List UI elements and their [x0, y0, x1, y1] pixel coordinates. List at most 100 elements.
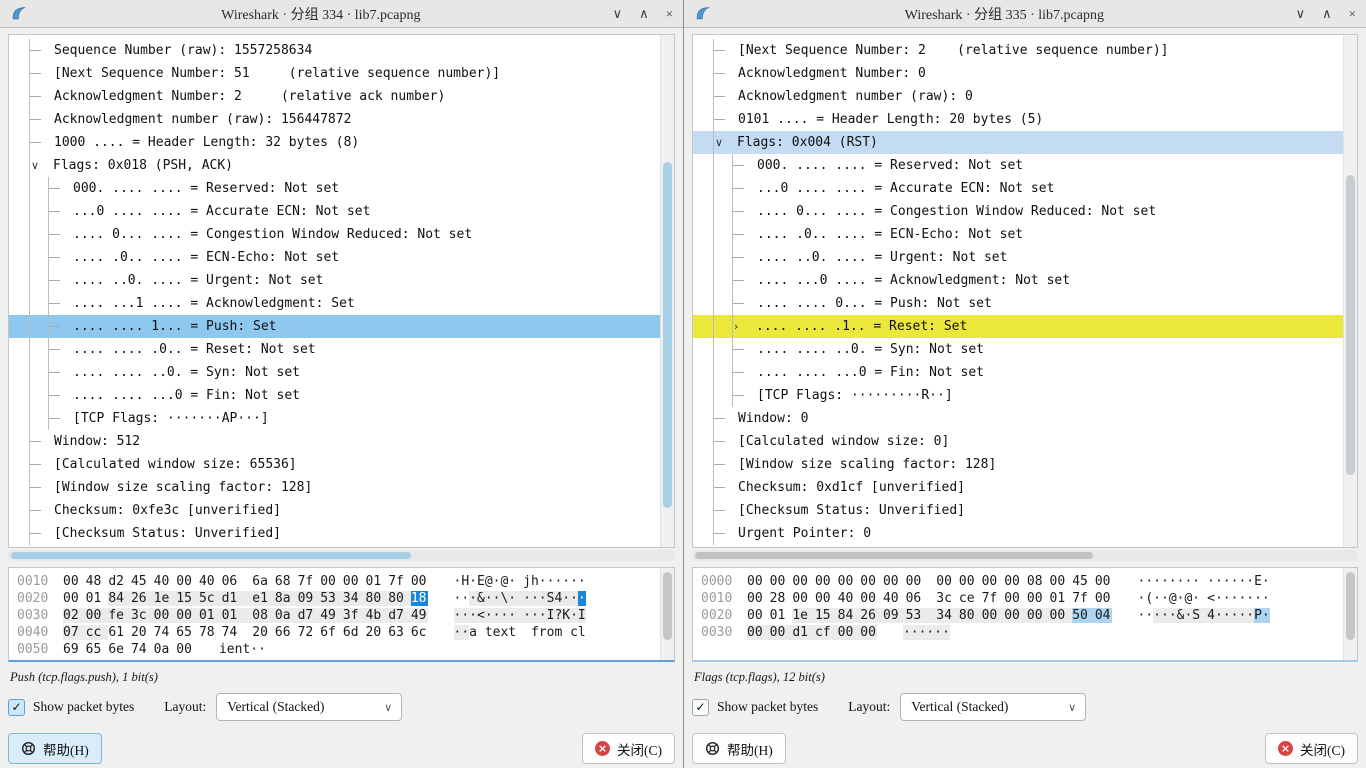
hex-ascii: ient··	[219, 642, 266, 657]
hex-vertical-scrollbar[interactable]	[1343, 568, 1357, 660]
tree-row-label: 0101 .... = Header Length: 20 bytes (5)	[738, 112, 1043, 127]
scrollbar-thumb[interactable]	[1346, 572, 1355, 640]
tree-tick	[29, 499, 48, 522]
tree-row[interactable]: .... .... ..0. = Syn: Not set	[693, 338, 1343, 361]
tree-tick	[29, 430, 48, 453]
maximize-icon[interactable]: ∧	[1322, 7, 1332, 20]
tree-horizontal-scrollbar[interactable]	[692, 550, 1358, 561]
controls-row: ✓ Show packet bytes Layout: Vertical (St…	[692, 693, 1358, 721]
tree-row-label: .... .... .0.. = Reset: Not set	[73, 342, 316, 357]
layout-dropdown[interactable]: Vertical (Stacked) ∨	[216, 693, 402, 721]
tree-row[interactable]: .... .... 0... = Push: Not set	[693, 292, 1343, 315]
tree-guide	[713, 338, 732, 361]
tree-tick	[713, 39, 732, 62]
tree-vertical-scrollbar[interactable]	[1343, 35, 1357, 547]
hex-row[interactable]: 00100048d245400040066a687f0000017f00·H·E…	[17, 573, 660, 590]
close-button[interactable]: × 关闭(C)	[582, 733, 675, 764]
show-packet-bytes-label: Show packet bytes	[717, 699, 818, 715]
tree-row[interactable]: [Checksum Status: Unverified]	[9, 522, 660, 545]
tree-row[interactable]: [Next Sequence Number: 51 (relative sequ…	[9, 62, 660, 85]
tree-row[interactable]: Urgent Pointer: 0	[693, 522, 1343, 545]
tree-row[interactable]: Acknowledgment Number: 0	[693, 62, 1343, 85]
hex-row[interactable]: 0020000184261e155cd1e18a095334808018···&…	[17, 590, 660, 607]
close-window-icon[interactable]: ×	[1349, 7, 1356, 20]
tree-row[interactable]: Sequence Number (raw): 1557258634	[9, 39, 660, 62]
minimize-icon[interactable]: ∨	[1296, 7, 1306, 20]
show-packet-bytes-checkbox[interactable]: ✓	[692, 699, 709, 716]
tree-tick	[713, 476, 732, 499]
hex-row[interactable]: 002000011e15842609533480000000005004····…	[701, 607, 1343, 624]
tree-row[interactable]: .... .0.. .... = ECN-Echo: Not set	[693, 223, 1343, 246]
tree-row[interactable]: Window: 0	[693, 407, 1343, 430]
hex-row[interactable]: 001000280000400040063cce7f0000017f00·(··…	[701, 590, 1343, 607]
collapse-arrow-icon[interactable]: ∨	[29, 154, 47, 177]
tree-row[interactable]: 0101 .... = Header Length: 20 bytes (5)	[693, 108, 1343, 131]
tree-row[interactable]: .... ...0 .... = Acknowledgment: Not set	[693, 269, 1343, 292]
tree-row[interactable]: .... ..0. .... = Urgent: Not set	[693, 246, 1343, 269]
tree-row[interactable]: [Next Sequence Number: 2 (relative seque…	[693, 39, 1343, 62]
tree-row[interactable]: ∨ Flags: 0x004 (RST)	[693, 131, 1343, 154]
hex-row[interactable]: 005069656e740a00ient··	[17, 641, 660, 658]
titlebar[interactable]: Wireshark · 分组 335 · lib7.pcapng ∨ ∧ ×	[684, 0, 1366, 28]
tree-row[interactable]: [Calculated window size: 65536]	[9, 453, 660, 476]
tree-row[interactable]: [Window size scaling factor: 128]	[693, 453, 1343, 476]
tree-row[interactable]: .... 0... .... = Congestion Window Reduc…	[693, 200, 1343, 223]
help-button[interactable]: 帮助(H)	[692, 733, 786, 764]
tree-row[interactable]: 000. .... .... = Reserved: Not set	[9, 177, 660, 200]
tree-row[interactable]: .... .... ...0 = Fin: Not set	[693, 361, 1343, 384]
scrollbar-thumb[interactable]	[11, 552, 411, 559]
tree-row[interactable]: .... .... ..0. = Syn: Not set	[9, 361, 660, 384]
scrollbar-thumb[interactable]	[663, 572, 672, 640]
tree-row[interactable]: [Window size scaling factor: 128]	[9, 476, 660, 499]
tree-row[interactable]: ∨Flags: 0x018 (PSH, ACK)	[9, 154, 660, 177]
maximize-icon[interactable]: ∧	[639, 7, 649, 20]
tree-vertical-scrollbar[interactable]	[660, 35, 674, 547]
tree-row[interactable]: ...0 .... .... = Accurate ECN: Not set	[9, 200, 660, 223]
hex-row[interactable]: 00300200fe3c00000101080ad7493f4bd749···<…	[17, 607, 660, 624]
tree-row[interactable]: [Checksum Status: Unverified]	[693, 499, 1343, 522]
close-window-icon[interactable]: ×	[666, 7, 673, 20]
close-button[interactable]: × 关闭(C)	[1265, 733, 1358, 764]
scrollbar-thumb[interactable]	[663, 162, 672, 508]
tree-row[interactable]: 000. .... .... = Reserved: Not set	[693, 154, 1343, 177]
scrollbar-thumb[interactable]	[1346, 175, 1355, 475]
tree-row[interactable]: .... ...1 .... = Acknowledgment: Set	[9, 292, 660, 315]
tree-row[interactable]: Window: 512	[9, 430, 660, 453]
titlebar[interactable]: Wireshark · 分组 334 · lib7.pcapng ∨ ∧ ×	[0, 0, 683, 28]
tree-tick	[713, 522, 732, 545]
expand-arrow-icon[interactable]: ›	[732, 315, 750, 338]
hex-vertical-scrollbar[interactable]	[660, 568, 674, 660]
tree-row[interactable]: Acknowledgment Number: 2 (relative ack n…	[9, 85, 660, 108]
hex-row[interactable]: 000000000000000000000000000008004500····…	[701, 573, 1343, 590]
tree-tick	[732, 384, 751, 407]
tree-row[interactable]: .... .... ...0 = Fin: Not set	[9, 384, 660, 407]
hex-offset: 0020	[17, 591, 51, 606]
tree-row[interactable]: [TCP Flags: ·········R··]	[693, 384, 1343, 407]
scrollbar-thumb[interactable]	[695, 552, 1093, 559]
minimize-icon[interactable]: ∨	[613, 7, 623, 20]
tree-row[interactable]: .... .... 1... = Push: Set	[9, 315, 660, 338]
tree-row[interactable]: Acknowledgment number (raw): 0	[693, 85, 1343, 108]
tree-tick	[713, 407, 732, 430]
tree-row[interactable]: [Calculated window size: 0]	[693, 430, 1343, 453]
layout-dropdown[interactable]: Vertical (Stacked) ∨	[900, 693, 1086, 721]
tree-row-label: Flags: 0x004 (RST)	[737, 135, 878, 150]
tree-row[interactable]: .... .0.. .... = ECN-Echo: Not set	[9, 246, 660, 269]
tree-row[interactable]: ...0 .... .... = Accurate ECN: Not set	[693, 177, 1343, 200]
show-packet-bytes-checkbox[interactable]: ✓	[8, 699, 25, 716]
tree-row[interactable]: .... 0... .... = Congestion Window Reduc…	[9, 223, 660, 246]
tree-tick	[48, 269, 67, 292]
tree-row[interactable]: Checksum: 0xfe3c [unverified]	[9, 499, 660, 522]
tree-row[interactable]: Acknowledgment number (raw): 156447872	[9, 108, 660, 131]
tree-row[interactable]: .... .... .0.. = Reset: Not set	[9, 338, 660, 361]
tree-horizontal-scrollbar[interactable]	[8, 550, 675, 561]
help-button[interactable]: 帮助(H)	[8, 733, 102, 764]
hex-row[interactable]: 004007cc6120746578742066726f6d20636c··a …	[17, 624, 660, 641]
collapse-arrow-icon[interactable]: ∨	[713, 131, 731, 154]
tree-row[interactable]: ›.... .... .1.. = Reset: Set	[693, 315, 1343, 338]
hex-row[interactable]: 00300000d1cf0000······	[701, 624, 1343, 641]
tree-row[interactable]: .... ..0. .... = Urgent: Not set	[9, 269, 660, 292]
tree-row[interactable]: 1000 .... = Header Length: 32 bytes (8)	[9, 131, 660, 154]
tree-row[interactable]: [TCP Flags: ·······AP···]	[9, 407, 660, 430]
tree-row[interactable]: Checksum: 0xd1cf [unverified]	[693, 476, 1343, 499]
